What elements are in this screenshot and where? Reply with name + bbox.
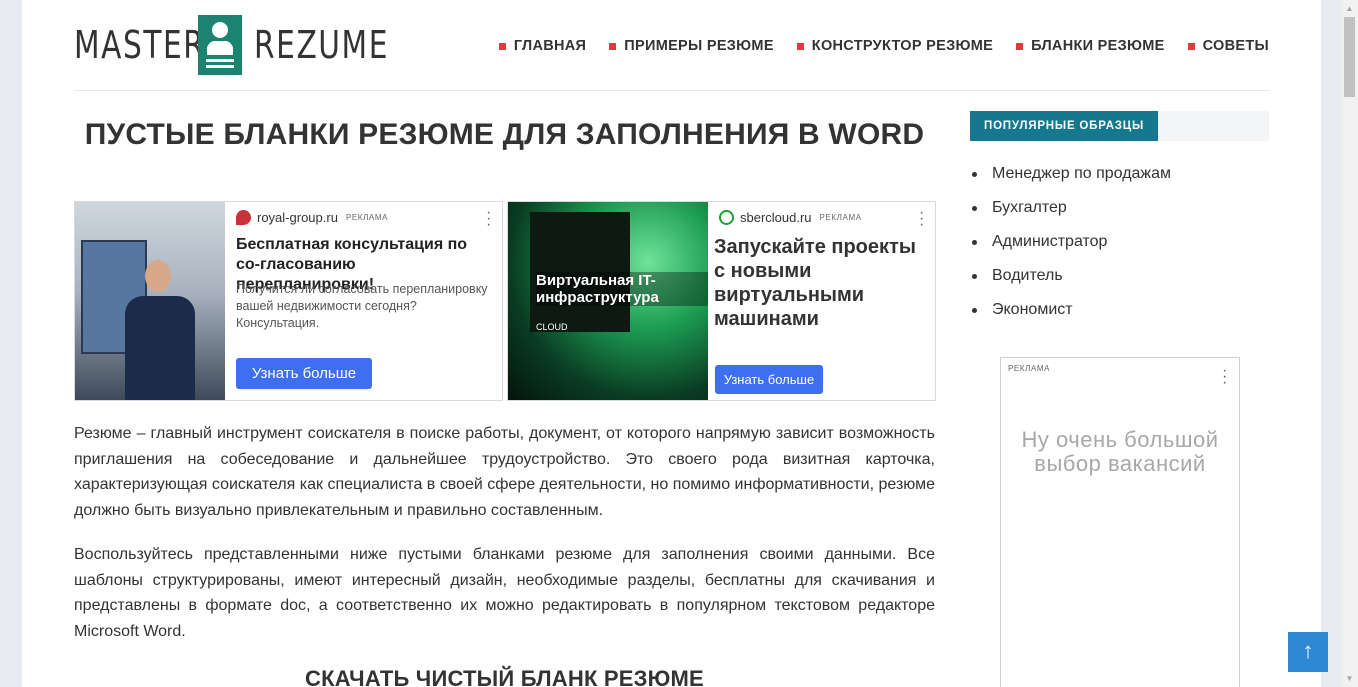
sidebar-item-sales-manager[interactable]: Менеджер по продажам: [972, 162, 1171, 196]
bullet-icon: [972, 172, 977, 177]
nav-item-home[interactable]: ГЛАВНАЯ: [498, 38, 587, 54]
sidebar-heading: ПОПУЛЯРНЫЕ ОБРАЗЦЫ: [970, 111, 1269, 141]
scroll-up-arrow-icon[interactable]: ▲: [1341, 0, 1358, 17]
sidebar-heading-label: ПОПУЛЯРНЫЕ ОБРАЗЦЫ: [970, 111, 1159, 141]
ad-image[interactable]: Виртуальная IT-инфраструктура CLOUD: [508, 202, 708, 400]
sidebar-ad[interactable]: РЕКЛАМА · · · Ну очень большой выбор вакан…: [1000, 357, 1240, 687]
arrow-up-icon: ↑: [1302, 638, 1314, 663]
sidebar-item-economist[interactable]: Экономист: [972, 298, 1171, 332]
ad-image-brand: CLOUD: [536, 322, 568, 332]
ad-tag: РЕКЛАМА: [345, 213, 389, 222]
sbercloud-favicon-icon: [719, 210, 734, 225]
header-divider: [74, 90, 1270, 91]
ad-learn-more-button[interactable]: Узнать больше: [715, 365, 823, 394]
nav-item-label: СОВЕТЫ: [1202, 38, 1269, 54]
popular-samples-list: Менеджер по продажам Бухгалтер Администр…: [972, 162, 1171, 332]
logo-person-icon: [198, 15, 242, 75]
bullet-icon: [972, 308, 977, 313]
blanks-paragraph: Воспользуйтесь представленными ниже пуст…: [74, 546, 935, 640]
nav-item-tips[interactable]: СОВЕТЫ: [1187, 38, 1269, 54]
ad-domain[interactable]: sbercloud.ru РЕКЛАМА: [719, 210, 862, 225]
page-title: ПУСТЫЕ БЛАНКИ РЕЗЮМЕ ДЛЯ ЗАПОЛНЕНИЯ В WO…: [84, 118, 925, 151]
kebab-icon[interactable]: · · ·: [919, 205, 924, 233]
scroll-to-top-button[interactable]: ↑: [1288, 632, 1328, 672]
nav-item-label: ГЛАВНАЯ: [513, 38, 587, 54]
nav-item-label: КОНСТРУКТОР РЕЗЮМЕ: [811, 38, 994, 54]
ad-card-royal-group[interactable]: royal-group.ru РЕКЛАМА · · · Бесплатная ко…: [74, 201, 503, 401]
red-square-icon: [609, 42, 617, 50]
ad-image-text: Виртуальная IT-инфраструктура: [536, 272, 708, 306]
bullet-icon: [972, 274, 977, 279]
nav-item-blanks[interactable]: БЛАНКИ РЕЗЮМЕ: [1016, 38, 1165, 54]
scroll-down-arrow-icon[interactable]: ▼: [1341, 670, 1358, 687]
ad-card-sbercloud[interactable]: Виртуальная IT-инфраструктура CLOUD sber…: [507, 201, 936, 401]
nav-item-label: БЛАНКИ РЕЗЮМЕ: [1031, 38, 1165, 54]
kebab-icon[interactable]: · · ·: [1222, 363, 1227, 391]
nav-item-label: ПРИМЕРЫ РЕЗЮМЕ: [624, 38, 774, 54]
red-square-icon: [796, 42, 804, 50]
nav-item-builder[interactable]: КОНСТРУКТОР РЕЗЮМЕ: [796, 38, 994, 54]
nav-item-examples[interactable]: ПРИМЕРЫ РЕЗЮМЕ: [609, 38, 774, 54]
logo-word-master: MASTER: [74, 23, 206, 67]
ad-tag: РЕКЛАМА: [819, 213, 862, 222]
main-nav: ГЛАВНАЯ ПРИМЕРЫ РЕЗЮМЕ КОНСТРУКТОР РЕЗЮМ…: [498, 38, 1269, 54]
bullet-icon: [972, 240, 977, 245]
ad-domain[interactable]: royal-group.ru РЕКЛАМА: [236, 210, 388, 225]
page: MASTER REZUME ГЛАВНАЯ ПРИМЕРЫ РЕЗЮМЕ КОН…: [22, 0, 1321, 687]
sidebar-item-driver[interactable]: Водитель: [972, 264, 1171, 298]
red-square-icon: [498, 42, 506, 50]
ad-image[interactable]: [75, 202, 225, 400]
site-logo[interactable]: MASTER REZUME: [74, 14, 389, 76]
section-heading: СКАЧАТЬ ЧИСТЫЙ БЛАНК РЕЗЮМЕ: [305, 666, 704, 687]
sidebar-item-administrator[interactable]: Администратор: [972, 230, 1171, 264]
ad-text: Получится ли согласовать перепланировку …: [236, 282, 488, 330]
kebab-icon[interactable]: · · ·: [486, 205, 491, 233]
sidebar-ad-text[interactable]: Ну очень большой выбор вакансий: [1001, 428, 1239, 476]
royal-group-favicon-icon: [236, 210, 251, 225]
ad-tag: РЕКЛАМА: [1008, 364, 1051, 373]
ad-learn-more-button[interactable]: Узнать больше: [236, 358, 372, 389]
page-scrollbar[interactable]: ▲ ▼: [1341, 0, 1358, 687]
sidebar-item-accountant[interactable]: Бухгалтер: [972, 196, 1171, 230]
scrollbar-thumb[interactable]: [1344, 17, 1355, 97]
logo-word-rezume: REZUME: [254, 23, 389, 67]
red-square-icon: [1016, 42, 1024, 50]
ad-headline[interactable]: Запускайте проекты с новыми виртуальными…: [714, 235, 929, 331]
bullet-icon: [972, 206, 977, 211]
red-square-icon: [1187, 42, 1195, 50]
intro-paragraph: Резюме – главный инструмент соискателя в…: [74, 425, 935, 519]
